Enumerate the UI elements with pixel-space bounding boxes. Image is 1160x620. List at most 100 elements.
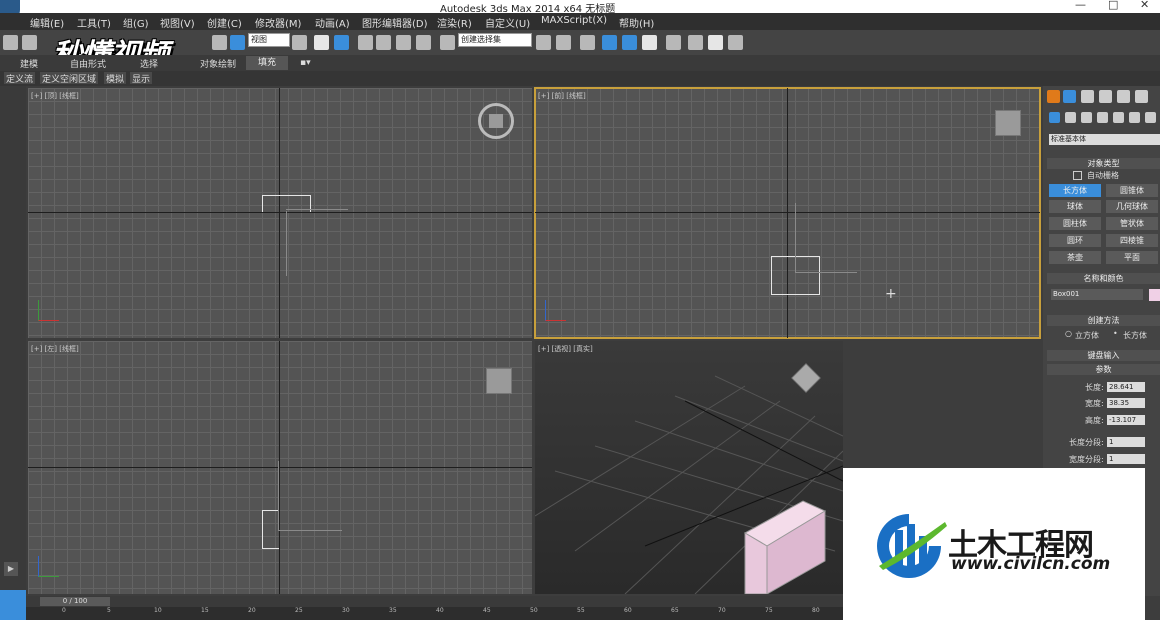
helpers-category-icon[interactable] <box>1113 112 1124 123</box>
cube-radio-icon[interactable]: ○ <box>1065 329 1072 338</box>
autogrid-checkbox[interactable] <box>1073 171 1082 180</box>
render-teapot-icon[interactable] <box>728 35 743 50</box>
menu-rendering[interactable]: 渲染(R) <box>437 15 472 30</box>
ribbon-options-icon[interactable]: ▪▾ <box>300 58 311 68</box>
mirror-icon[interactable] <box>536 35 551 50</box>
pivot-icon[interactable] <box>292 35 307 50</box>
parameters-rollout[interactable]: 参数 <box>1047 364 1160 375</box>
viewport-label-top[interactable]: [+] [顶] [线框] <box>31 91 79 101</box>
teapot-button[interactable]: 茶壶 <box>1049 251 1101 264</box>
rendered-frame-icon[interactable] <box>708 35 723 50</box>
menu-customize[interactable]: 自定义(U) <box>485 15 530 30</box>
width-segs-field[interactable]: 1 <box>1107 454 1145 464</box>
tab-populate[interactable]: 填充 <box>246 56 288 70</box>
edit-named-sets-icon[interactable] <box>440 35 455 50</box>
menu-help[interactable]: 帮助(H) <box>619 15 654 30</box>
material-editor-icon[interactable] <box>666 35 681 50</box>
utilities-tab-icon[interactable] <box>1135 90 1148 103</box>
tab-modeling[interactable]: 建模 <box>20 57 38 70</box>
scale-icon[interactable] <box>230 35 245 50</box>
motion-tab-icon[interactable] <box>1099 90 1112 103</box>
expand-arrow-icon[interactable]: ▶ <box>4 562 18 576</box>
menu-maxscript[interactable]: MAXScript(X) <box>541 15 607 26</box>
track-bar[interactable]: 0 5 10 15 20 25 30 35 40 45 50 55 60 65 … <box>26 607 846 620</box>
angle-snap-icon[interactable] <box>376 35 391 50</box>
display-tab-icon[interactable] <box>1117 90 1130 103</box>
viewport-layout-icon[interactable] <box>0 590 26 620</box>
sphere-button[interactable]: 球体 <box>1049 200 1101 213</box>
viewport-label-left[interactable]: [+] [左] [线框] <box>31 344 79 354</box>
plane-button[interactable]: 平面 <box>1106 251 1158 264</box>
cone-button[interactable]: 圆锥体 <box>1106 184 1158 197</box>
tab-object-paint[interactable]: 对象绘制 <box>200 57 236 70</box>
spinner-snap-icon[interactable] <box>416 35 431 50</box>
pyramid-button[interactable]: 四棱锥 <box>1106 234 1158 247</box>
unlink-icon[interactable] <box>22 35 37 50</box>
menu-animation[interactable]: 动画(A) <box>315 15 350 30</box>
menu-group[interactable]: 组(G) <box>123 15 149 30</box>
hierarchy-tab-icon[interactable] <box>1081 90 1094 103</box>
tube-button[interactable]: 管状体 <box>1106 217 1158 230</box>
minimize-button[interactable]: — <box>1075 0 1086 11</box>
layer-icon[interactable] <box>580 35 595 50</box>
viewcube-left-icon[interactable] <box>486 368 512 394</box>
object-type-rollout[interactable]: 对象类型 <box>1047 158 1160 169</box>
render-setup-icon[interactable] <box>688 35 703 50</box>
lights-category-icon[interactable] <box>1081 112 1092 123</box>
menu-modifiers[interactable]: 修改器(M) <box>255 15 301 30</box>
curve-editor-icon[interactable] <box>622 35 637 50</box>
tab-selection[interactable]: 选择 <box>140 57 158 70</box>
cylinder-button[interactable]: 圆柱体 <box>1049 217 1101 230</box>
close-button[interactable]: ✕ <box>1140 0 1149 11</box>
spacewarps-category-icon[interactable] <box>1129 112 1140 123</box>
snap-3d-icon[interactable] <box>358 35 373 50</box>
creation-method-rollout[interactable]: 创建方法 <box>1047 315 1160 326</box>
length-segs-field[interactable]: 1 <box>1107 437 1145 447</box>
percent-snap-icon[interactable] <box>396 35 411 50</box>
height-field[interactable]: -13.107 <box>1107 415 1145 425</box>
menu-tools[interactable]: 工具(T) <box>77 15 111 30</box>
viewport-top[interactable]: [+] [顶] [线框] <box>28 88 532 338</box>
shapes-category-icon[interactable] <box>1065 112 1076 123</box>
viewcube-front-icon[interactable] <box>995 110 1021 136</box>
cameras-category-icon[interactable] <box>1097 112 1108 123</box>
menu-graph-editors[interactable]: 图形编辑器(D) <box>362 15 428 30</box>
geosphere-button[interactable]: 几何球体 <box>1106 200 1158 213</box>
align-icon[interactable] <box>556 35 571 50</box>
subtab-display[interactable]: 显示 <box>130 72 153 85</box>
create-tab-icon[interactable] <box>1047 90 1060 103</box>
length-field[interactable]: 28.641 <box>1107 382 1145 392</box>
modify-tab-icon[interactable] <box>1063 90 1076 103</box>
subtab-simulate[interactable]: 模拟 <box>104 72 127 85</box>
subtab-define-idle-areas[interactable]: 定义空闲区域 <box>40 72 99 85</box>
move-icon[interactable] <box>314 35 329 50</box>
maximize-button[interactable]: □ <box>1108 0 1118 11</box>
viewport-label-front[interactable]: [+] [前] [线框] <box>538 91 586 101</box>
width-field[interactable]: 38.35 <box>1107 398 1145 408</box>
primitive-type-dropdown[interactable]: 标准基本体 <box>1049 134 1160 145</box>
torus-button[interactable]: 圆环 <box>1049 234 1101 247</box>
ribbon-toggle-icon[interactable] <box>602 35 617 50</box>
schematic-view-icon[interactable] <box>642 35 657 50</box>
manipulate-icon[interactable] <box>334 35 349 50</box>
geometry-category-icon[interactable] <box>1049 112 1060 123</box>
menu-view[interactable]: 视图(V) <box>160 15 195 30</box>
time-slider[interactable]: 0 / 100 <box>40 597 110 606</box>
viewport-left[interactable]: [+] [左] [线框] <box>28 341 532 594</box>
box-button[interactable]: 长方体 <box>1049 184 1101 197</box>
keyboard-entry-rollout[interactable]: 键盘输入 <box>1047 350 1160 361</box>
viewport-front[interactable]: [+] [前] [线框] + <box>534 87 1041 339</box>
link-icon[interactable] <box>3 35 18 50</box>
named-selection-set-dropdown[interactable]: 创建选择集 <box>458 33 532 47</box>
viewport-perspective[interactable]: [+] [透视] [真实] <box>535 341 843 594</box>
menu-create[interactable]: 创建(C) <box>207 15 242 30</box>
time-slider-track[interactable] <box>26 596 846 607</box>
viewcube-ring-icon[interactable] <box>478 103 514 139</box>
menu-edit[interactable]: 编辑(E) <box>30 15 64 30</box>
object-name-field[interactable]: Box001 <box>1051 289 1143 300</box>
name-color-rollout[interactable]: 名称和颜色 <box>1047 273 1160 284</box>
systems-category-icon[interactable] <box>1145 112 1156 123</box>
box-radio-icon[interactable]: • <box>1113 329 1118 338</box>
viewcube-top-icon[interactable] <box>489 114 503 128</box>
tab-freeform[interactable]: 自由形式 <box>70 57 106 70</box>
